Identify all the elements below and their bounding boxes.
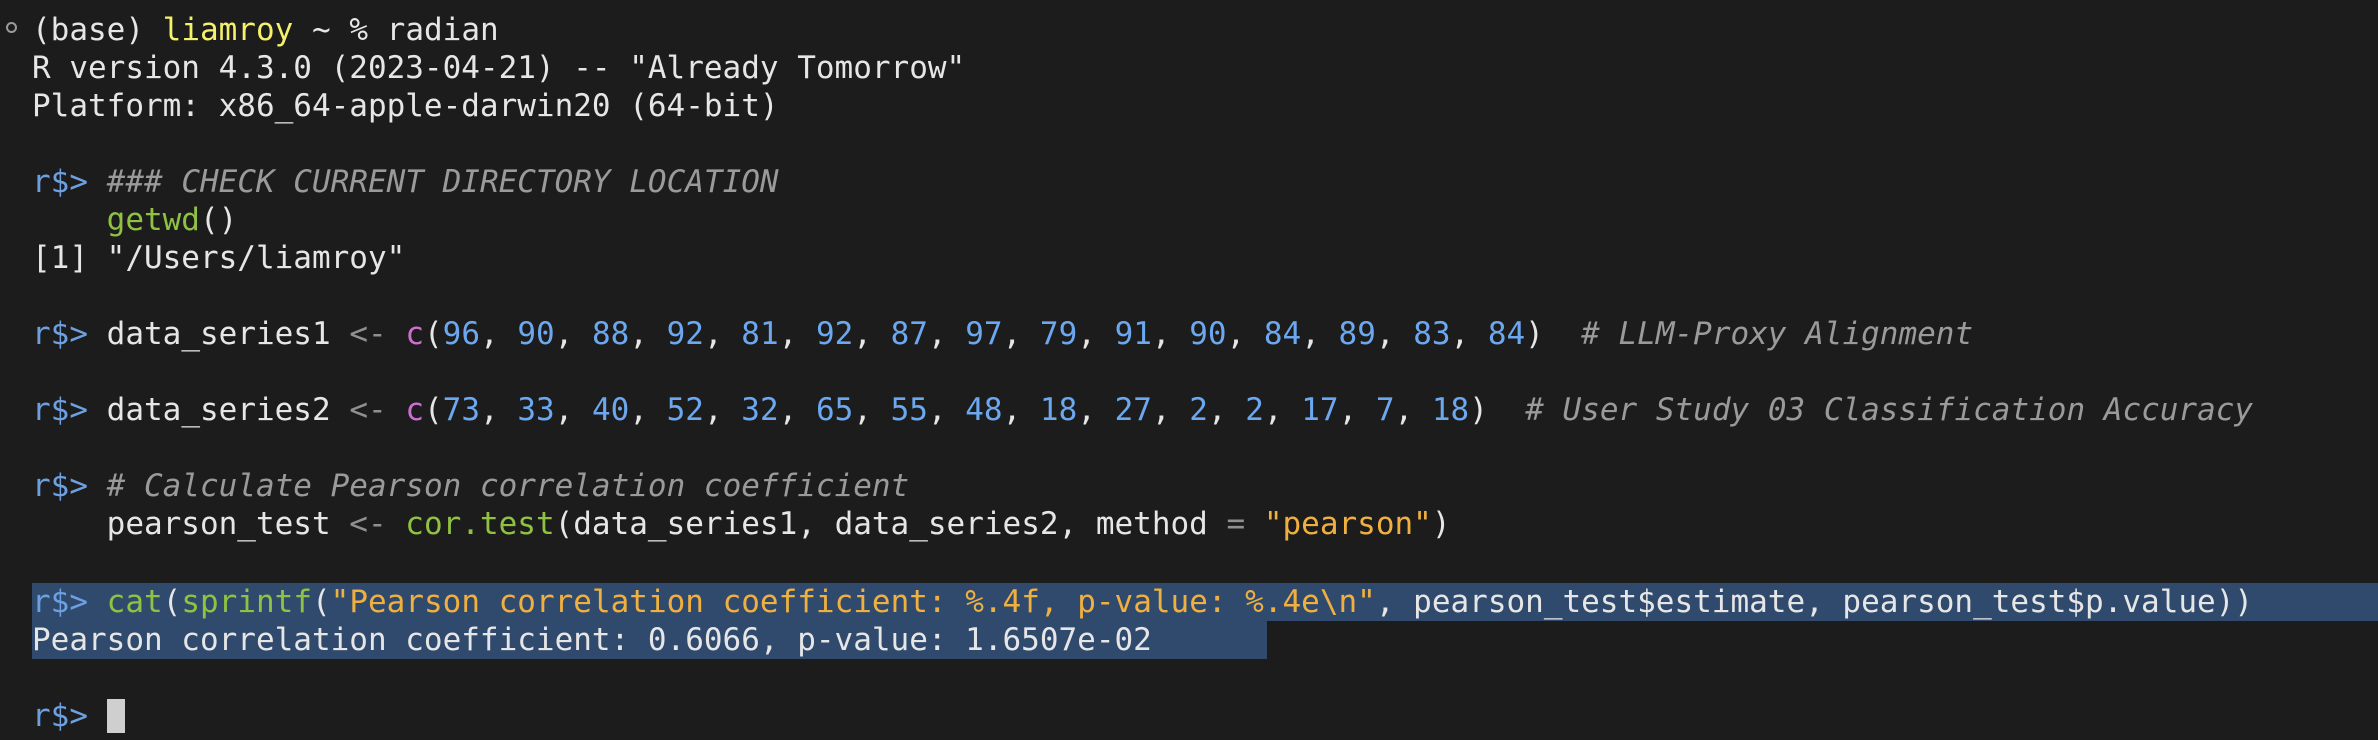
code-comment: # User Study 03 Classification Accuracy xyxy=(1525,392,2254,428)
number-value: 92 xyxy=(815,316,854,352)
r-version-line: R version 4.3.0 (2023-04-21) -- "Already… xyxy=(32,50,966,86)
code-comment: # Calculate Pearson correlation coeffici… xyxy=(106,468,910,504)
number-value: 97 xyxy=(965,316,1003,352)
prompt-line-1: r$> ### CHECK CURRENT DIRECTORY LOCATION xyxy=(32,163,779,201)
assign-op: <- xyxy=(349,316,387,352)
terminal-window[interactable]: (base) liamroy ~ % radian R version 4.3.… xyxy=(0,0,2378,740)
output-pearson: Pearson correlation coefficient: 0.6066,… xyxy=(32,622,1152,658)
prompt-line-2: r$> data_series1 <- c(96, 90, 88, 92, 81… xyxy=(32,315,1973,353)
shell-dir: ~ xyxy=(311,12,331,48)
r-prompt: r$> xyxy=(32,698,88,734)
prompt-marker-icon xyxy=(6,22,17,33)
r-prompt: r$> xyxy=(32,584,88,620)
number-value: 32 xyxy=(741,392,779,428)
number-value: 2 xyxy=(1245,392,1264,428)
fn-cat: cat xyxy=(106,584,163,620)
prompt-line-3: r$> data_series2 <- c(73, 33, 40, 52, 32… xyxy=(32,391,2253,429)
number-value: 90 xyxy=(1189,316,1227,352)
fn-sprintf: sprintf xyxy=(181,584,312,620)
number-value: 91 xyxy=(1114,316,1152,352)
code-line-cortest: pearson_test <- cor.test(data_series1, d… xyxy=(32,505,1451,543)
number-value: 84 xyxy=(1487,316,1526,352)
shell-symbol: % xyxy=(349,12,368,48)
number-value: 7 xyxy=(1375,392,1395,428)
number-value: 48 xyxy=(965,392,1003,428)
parens: () xyxy=(199,202,238,238)
assign-op: <- xyxy=(349,506,387,542)
shell-user: liamroy xyxy=(162,12,294,48)
prompt-line-5: r$> cat(sprintf("Pearson correlation coe… xyxy=(32,583,2253,621)
code-comment: # LLM-Proxy Alignment xyxy=(1581,316,1974,352)
code-comment: ### CHECK CURRENT DIRECTORY LOCATION xyxy=(106,164,779,200)
number-value: 87 xyxy=(890,316,928,352)
number-value: 33 xyxy=(517,392,555,428)
number-value: 90 xyxy=(517,316,555,352)
fn-getwd: getwd xyxy=(106,202,200,238)
r-prompt: r$> xyxy=(32,164,88,200)
var-series2: data_series2 xyxy=(106,392,331,428)
number-value: 83 xyxy=(1413,316,1451,352)
format-string: "Pearson correlation coefficient: %.4f, … xyxy=(330,584,1376,620)
number-value: 84 xyxy=(1263,316,1302,352)
number-value: 81 xyxy=(741,316,779,352)
r-platform-line: Platform: x86_64-apple-darwin20 (64-bit) xyxy=(32,88,779,124)
number-value: 52 xyxy=(666,392,704,428)
r-prompt: r$> xyxy=(32,468,88,504)
fn-c: c xyxy=(405,316,424,352)
assign-op: <- xyxy=(349,392,387,428)
number-value: 92 xyxy=(666,316,704,352)
number-value: 18 xyxy=(1039,392,1078,428)
number-value: 27 xyxy=(1114,392,1152,428)
number-value: 73 xyxy=(442,392,480,428)
fn-cor-test: cor.test xyxy=(405,506,555,542)
prompt-line-4: r$> # Calculate Pearson correlation coef… xyxy=(32,467,909,505)
r-prompt: r$> xyxy=(32,392,88,428)
number-value: 55 xyxy=(890,392,928,428)
shell-prompt-line: (base) liamroy ~ % radian xyxy=(32,11,499,49)
number-value: 65 xyxy=(815,392,854,428)
close-paren: ) xyxy=(1431,506,1451,542)
args: , pearson_test$estimate, pearson_test$p.… xyxy=(1375,584,2254,620)
number-value: 96 xyxy=(442,316,480,352)
text-cursor[interactable] xyxy=(106,698,125,733)
conda-env: (base) xyxy=(32,12,144,48)
string-pearson: "pearson" xyxy=(1263,506,1432,542)
number-value: 2 xyxy=(1189,392,1208,428)
number-value: 89 xyxy=(1338,316,1376,352)
number-value: 79 xyxy=(1039,316,1078,352)
code-line-getwd: getwd() xyxy=(32,201,238,239)
active-prompt-line[interactable]: r$> xyxy=(32,697,125,735)
number-value: 18 xyxy=(1431,392,1470,428)
var-pearson-test: pearson_test xyxy=(106,506,331,542)
number-value: 17 xyxy=(1301,392,1339,428)
var-series1: data_series1 xyxy=(106,316,331,352)
number-value: 88 xyxy=(591,316,630,352)
open-paren: ( xyxy=(312,584,331,620)
fn-c: c xyxy=(405,392,424,428)
number-value: 40 xyxy=(591,392,630,428)
r-prompt: r$> xyxy=(32,316,88,352)
output-getwd: [1] "/Users/liamroy" xyxy=(32,240,406,276)
shell-command: radian xyxy=(386,12,499,48)
eq-op: = xyxy=(1226,506,1246,542)
open-paren: ( xyxy=(162,584,182,620)
args: (data_series1, data_series2, method xyxy=(554,506,1227,542)
series1-values: (96, 90, 88, 92, 81, 92, 87, 97, 79, 91,… xyxy=(423,316,1544,352)
series2-values: (73, 33, 40, 52, 32, 65, 55, 48, 18, 27,… xyxy=(423,392,1488,428)
